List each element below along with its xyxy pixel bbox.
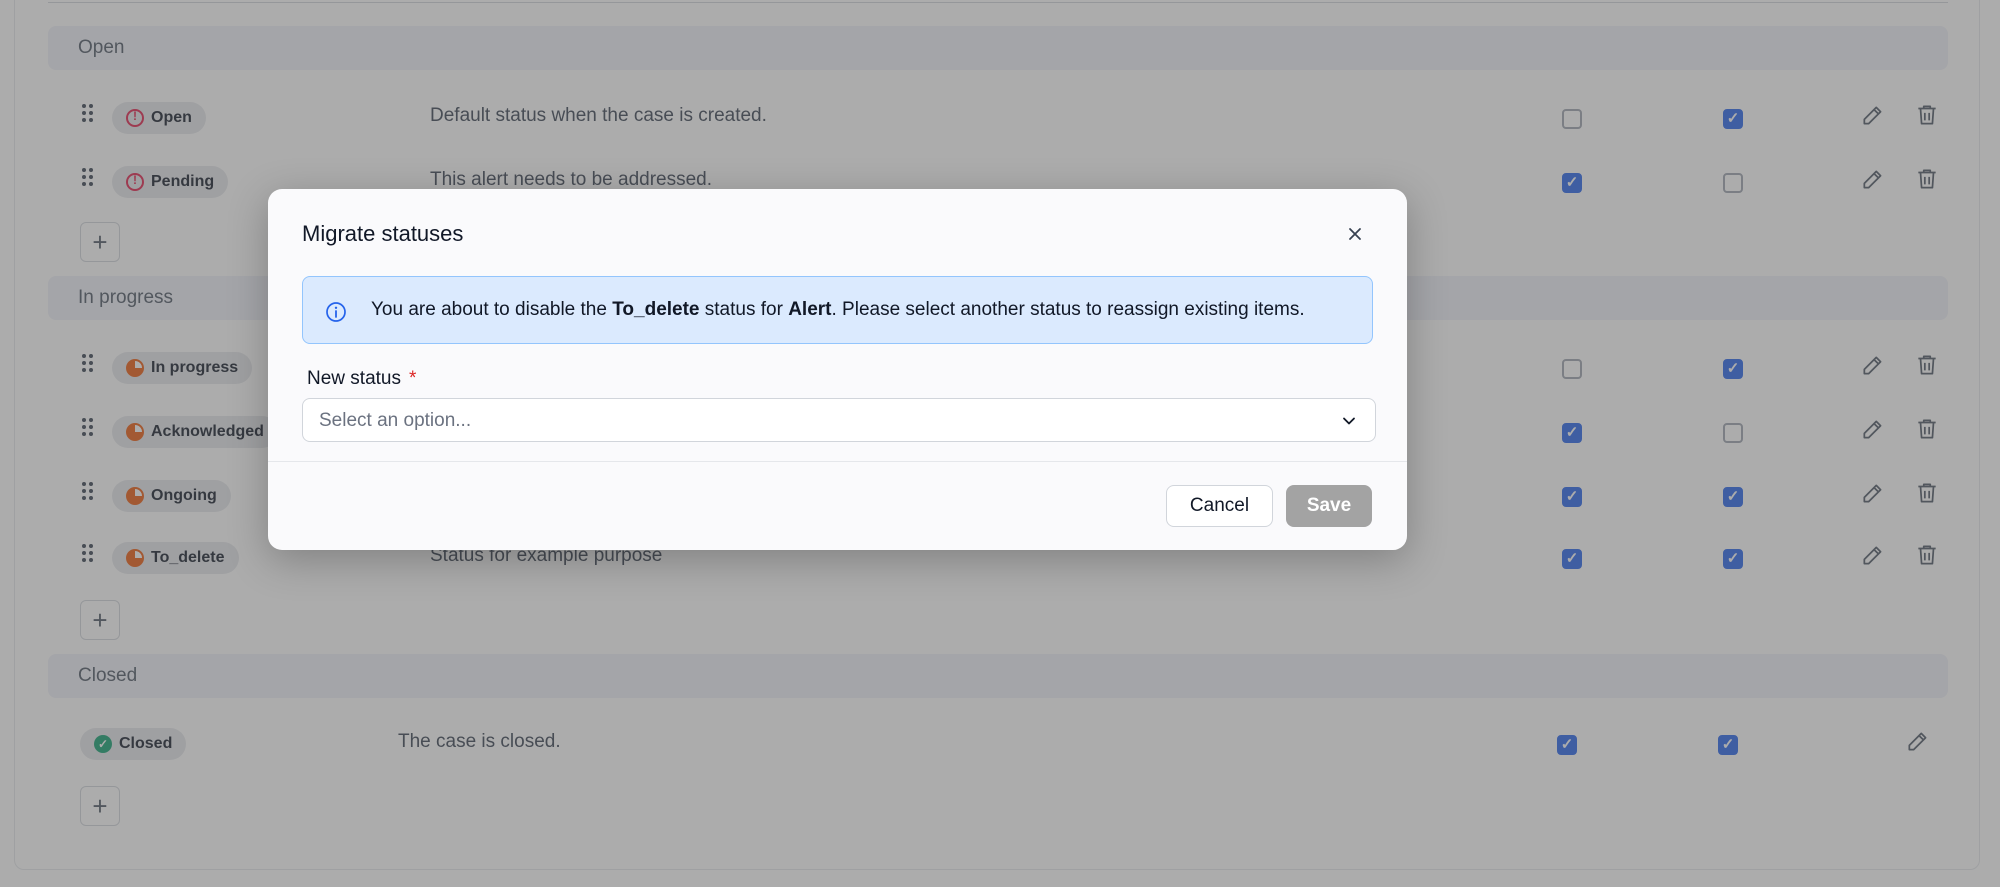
save-button[interactable]: Save (1286, 485, 1372, 527)
new-status-select[interactable]: Select an option... (302, 398, 1376, 442)
close-button[interactable] (1340, 219, 1370, 249)
chevron-down-icon (1343, 417, 1355, 425)
info-icon (326, 302, 346, 322)
dialog-divider (268, 461, 1407, 462)
cancel-button[interactable]: Cancel (1166, 485, 1273, 527)
migrate-statuses-dialog: Migrate statuses You are about to disabl… (268, 189, 1407, 550)
select-placeholder: Select an option... (319, 410, 472, 431)
close-icon (1349, 228, 1361, 240)
info-message: You are about to disable the To_delete s… (371, 299, 1305, 320)
new-status-label: New status * (307, 368, 417, 389)
dialog-title: Migrate statuses (302, 221, 464, 246)
info-callout: You are about to disable the To_delete s… (302, 276, 1373, 344)
required-mark: * (408, 368, 417, 389)
